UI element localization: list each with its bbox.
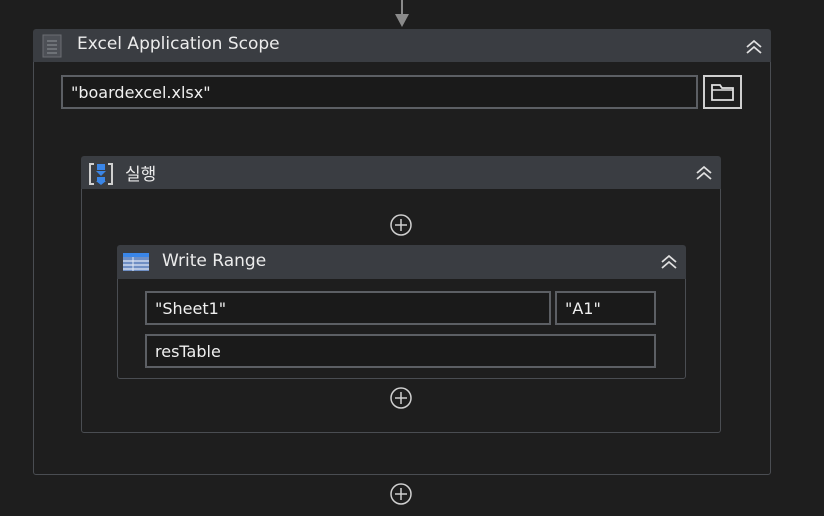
- folder-icon: [711, 84, 734, 101]
- workbook-path-input[interactable]: [61, 75, 698, 109]
- table-icon: [121, 250, 151, 274]
- start-cell-input[interactable]: [555, 291, 656, 325]
- plus-circle-icon: [390, 214, 412, 236]
- add-activity-button[interactable]: [389, 213, 413, 237]
- sheet-name-input[interactable]: [145, 291, 551, 325]
- data-table-input[interactable]: [145, 334, 656, 368]
- excel-document-icon: [41, 34, 63, 58]
- double-chevron-up-icon[interactable]: [659, 252, 679, 272]
- add-activity-button[interactable]: [389, 386, 413, 410]
- sequence-activity-header[interactable]: [81, 156, 721, 189]
- connector-arrow-icon: [395, 14, 409, 27]
- plus-circle-icon: [390, 387, 412, 409]
- write-range-title: Write Range: [162, 251, 267, 271]
- sequence-icon: [88, 162, 114, 186]
- double-chevron-up-icon[interactable]: [744, 37, 764, 57]
- excel-scope-title: Excel Application Scope: [77, 34, 280, 54]
- sequence-title: 실행: [125, 165, 157, 185]
- double-chevron-up-icon[interactable]: [694, 163, 714, 183]
- browse-folder-button[interactable]: [703, 75, 742, 109]
- add-activity-button[interactable]: [389, 482, 413, 506]
- plus-circle-icon: [390, 483, 412, 505]
